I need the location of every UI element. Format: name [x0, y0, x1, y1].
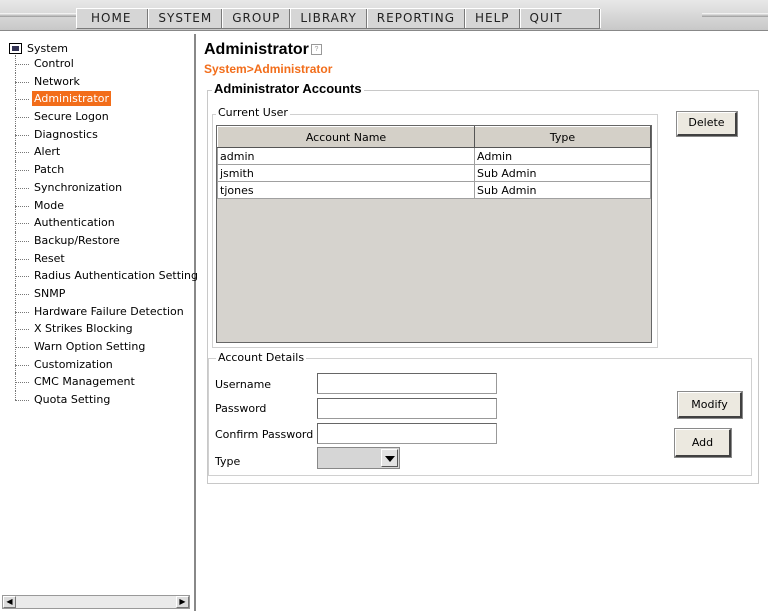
page-title-text: Administrator: [204, 41, 309, 58]
username-input[interactable]: [317, 373, 497, 394]
tree-item-snmp[interactable]: SNMP: [15, 284, 200, 303]
tree-item-label: Alert: [34, 145, 61, 159]
tree-item-label: Control: [34, 57, 74, 70]
tree-item-administrator[interactable]: Administrator: [15, 90, 200, 108]
navigation-tree: System Control Network Administrator Sec…: [0, 34, 198, 611]
tree-item-cmc-management[interactable]: CMC Management: [15, 373, 200, 391]
tree-item-network[interactable]: Network: [15, 72, 200, 91]
tree-item-label: Authentication: [34, 216, 115, 230]
cell-type: Sub Admin: [474, 181, 651, 199]
menu-reporting[interactable]: REPORTING: [367, 9, 465, 28]
tree-item-control[interactable]: Control: [15, 55, 200, 73]
accounts-table[interactable]: Account Name Type admin Admin jsmith Sub…: [216, 125, 652, 343]
section-title: Administrator Accounts: [212, 81, 364, 96]
column-header-account-name[interactable]: Account Name: [217, 126, 475, 148]
password-label: Password: [215, 402, 267, 415]
password-input[interactable]: [317, 398, 497, 419]
scroll-right-icon[interactable]: ▶: [176, 596, 189, 608]
confirm-password-label: Confirm Password: [215, 428, 314, 441]
tree-item-backup-restore[interactable]: Backup/Restore: [15, 231, 200, 250]
table-row[interactable]: tjones Sub Admin: [217, 181, 651, 199]
cell-type: Admin: [474, 147, 651, 165]
tree-item-label: CMC Management: [34, 375, 135, 389]
tree-item-reset[interactable]: Reset: [15, 249, 200, 268]
column-header-type[interactable]: Type: [474, 126, 651, 148]
delete-button[interactable]: Delete: [676, 111, 738, 137]
tree-item-mode[interactable]: Mode: [15, 196, 200, 215]
horizontal-scrollbar[interactable]: ◀ ▶: [2, 595, 190, 609]
menu-bar-stripe-left: [0, 13, 76, 17]
tree-item-x-strikes[interactable]: X Strikes Blocking: [15, 320, 200, 338]
username-label: Username: [215, 378, 272, 391]
tree-item-synchronization[interactable]: Synchronization: [15, 178, 200, 197]
top-menu-bar: HOME SYSTEM GROUP LIBRARY REPORTING HELP…: [0, 0, 768, 31]
tree-item-quota-setting[interactable]: Quota Setting: [15, 391, 200, 409]
tree-item-radius-authentication[interactable]: Radius Authentication Setting: [15, 267, 200, 285]
cell-account-name: admin: [217, 147, 475, 165]
menu-group[interactable]: GROUP: [222, 9, 291, 28]
type-select[interactable]: [317, 447, 400, 469]
menu-help[interactable]: HELP: [465, 9, 520, 28]
tree-item-label: Warn Option Setting: [34, 340, 146, 353]
menu-system[interactable]: SYSTEM: [148, 9, 223, 28]
tree-item-warn-option[interactable]: Warn Option Setting: [15, 338, 200, 356]
cell-account-name: jsmith: [217, 164, 475, 182]
main-menu: HOME SYSTEM GROUP LIBRARY REPORTING HELP…: [76, 8, 600, 29]
menu-library[interactable]: LIBRARY: [290, 9, 367, 28]
tree-item-label: Customization: [34, 357, 113, 371]
tree-item-label: Diagnostics: [34, 127, 98, 141]
computer-icon: [9, 43, 22, 54]
menu-quit[interactable]: QUIT: [520, 9, 600, 28]
type-label: Type: [215, 455, 241, 468]
table-row[interactable]: admin Admin: [217, 147, 651, 165]
tree-item-hardware-failure[interactable]: Hardware Failure Detection: [15, 302, 200, 321]
confirm-password-input[interactable]: [317, 423, 497, 444]
current-user-label: Current User: [216, 106, 290, 119]
tree-item-diagnostics[interactable]: Diagnostics: [15, 125, 200, 144]
tree-item-label: Network: [34, 74, 80, 88]
tree-item-label: Secure Logon: [34, 110, 109, 124]
tree-item-label: Quota Setting: [34, 393, 111, 407]
tree-item-label: Reset: [34, 251, 65, 265]
scroll-left-icon[interactable]: ◀: [3, 596, 16, 608]
page-title: Administrator?: [204, 41, 322, 59]
tree-item-label: SNMP: [34, 286, 66, 300]
tree-item-customization[interactable]: Customization: [15, 355, 200, 374]
chevron-down-icon[interactable]: [381, 449, 398, 467]
cell-account-name: tjones: [217, 181, 475, 199]
cell-type: Sub Admin: [474, 164, 651, 182]
tree-root-system[interactable]: System: [9, 42, 68, 55]
account-details-label: Account Details: [216, 351, 307, 364]
tree-item-label: Patch: [34, 163, 65, 177]
add-button[interactable]: Add: [674, 428, 732, 458]
tree-item-label: Hardware Failure Detection: [34, 304, 184, 318]
breadcrumb: System>Administrator: [204, 62, 333, 76]
help-icon[interactable]: ?: [310, 44, 322, 56]
tree-item-label: Radius Authentication Setting: [34, 269, 199, 283]
tree-item-patch[interactable]: Patch: [15, 161, 200, 179]
tree-item-list: Control Network Administrator Secure Log…: [15, 55, 200, 409]
tree-item-label: Synchronization: [34, 180, 123, 194]
tree-item-label: Backup/Restore: [34, 233, 120, 247]
modify-button[interactable]: Modify: [677, 391, 743, 419]
menu-bar-stripe-right: [702, 13, 768, 17]
tree-item-alert[interactable]: Alert: [15, 143, 200, 161]
tree-item-authentication[interactable]: Authentication: [15, 214, 200, 232]
tree-item-label: Administrator: [32, 91, 111, 107]
tree-item-label: Mode: [34, 198, 64, 212]
table-row[interactable]: jsmith Sub Admin: [217, 164, 651, 182]
tree-root-label: System: [27, 42, 69, 55]
menu-home[interactable]: HOME: [77, 9, 149, 28]
tree-item-secure-logon[interactable]: Secure Logon: [15, 108, 200, 126]
tree-item-label: X Strikes Blocking: [34, 322, 133, 336]
